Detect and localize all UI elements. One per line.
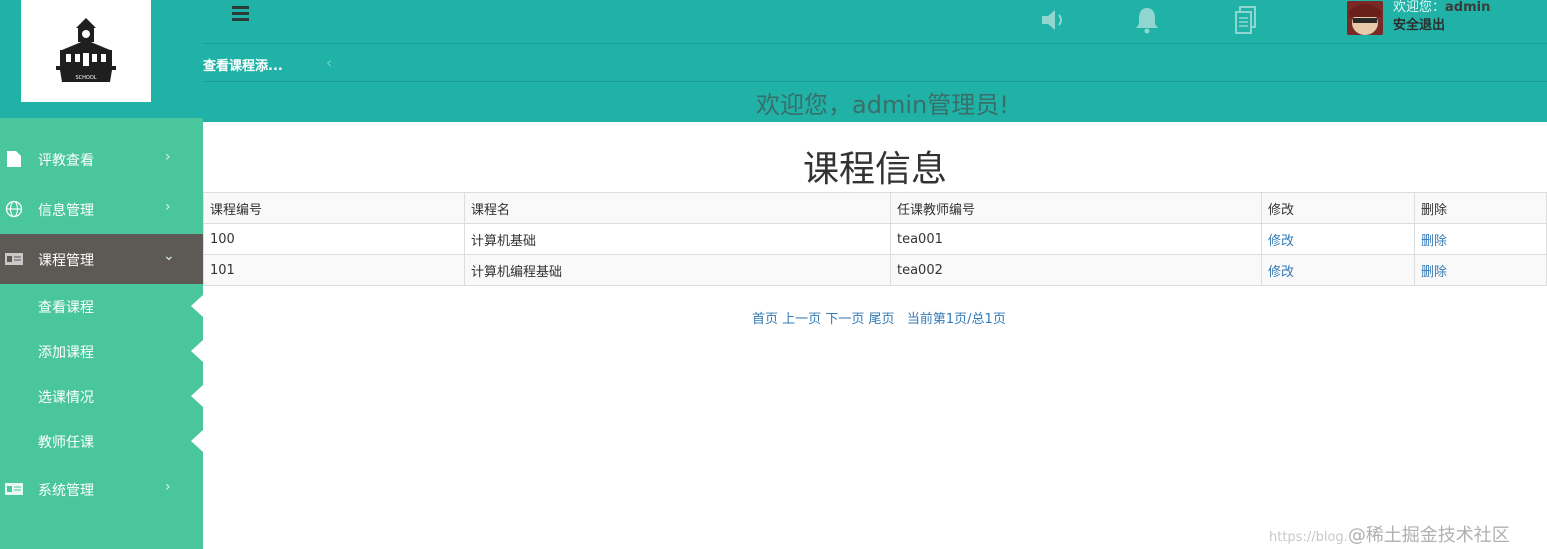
column-header: 修改: [1261, 192, 1415, 224]
table-row: 100 计算机基础 tea001 修改 删除: [203, 223, 1547, 255]
welcome-user: 欢迎您：admin: [1393, 0, 1491, 15]
first-page-link[interactable]: 首页: [752, 312, 778, 327]
teacher-id: tea002: [890, 254, 1262, 286]
id-card-icon: [5, 253, 23, 265]
page-title: 课程信息: [802, 149, 947, 190]
table-row: 101 计算机编程基础 tea002 修改 删除: [203, 254, 1547, 286]
menu-toggle-icon[interactable]: [232, 6, 252, 24]
sidebar-item-label: 添加课程: [38, 345, 94, 361]
sidebar-sub-item-selection[interactable]: 选课情况: [0, 374, 203, 419]
main-content: 课程信息 课程编号 课程名 任课教师编号 修改 删除 100 计算机基础 tea…: [203, 122, 1547, 549]
sidebar-sub-item-view-course[interactable]: 查看课程: [0, 284, 203, 329]
delete-link[interactable]: 删除: [1421, 234, 1447, 249]
active-notch: [191, 430, 203, 452]
chevron-down-icon: ⌄: [163, 248, 175, 264]
username: admin: [1445, 0, 1491, 15]
edit-cell: 修改: [1261, 223, 1415, 255]
course-id: 100: [203, 223, 465, 255]
column-header: 课程编号: [203, 192, 465, 224]
chevron-right-icon: ›: [165, 149, 171, 165]
sidebar-item-course[interactable]: 课程管理 ⌄: [0, 234, 203, 284]
documents-icon[interactable]: [1231, 5, 1261, 35]
avatar[interactable]: [1347, 1, 1383, 35]
globe-icon: [5, 200, 23, 218]
sidebar-sub-item-teacher-course[interactable]: 教师任课: [0, 419, 203, 464]
active-notch: [191, 340, 203, 362]
sidebar-item-info[interactable]: 信息管理 ›: [0, 184, 203, 234]
sidebar-sub-item-add-course[interactable]: 添加课程: [0, 329, 203, 374]
prev-page-link[interactable]: 上一页: [782, 312, 821, 327]
bell-icon[interactable]: [1132, 5, 1162, 35]
active-notch: [191, 295, 203, 317]
sidebar-item-label: 课程管理: [38, 253, 94, 269]
course-name: 计算机基础: [464, 223, 891, 255]
school-logo: SCHOOL: [21, 0, 151, 102]
logout-link[interactable]: 安全退出: [1393, 18, 1445, 34]
column-header: 删除: [1414, 192, 1547, 224]
id-card-icon: [5, 483, 23, 495]
sidebar-item-label: 查看课程: [38, 300, 94, 316]
course-name: 计算机编程基础: [464, 254, 891, 286]
tab-view-course-add[interactable]: 查看课程添...: [203, 55, 283, 74]
delete-cell: 删除: [1414, 254, 1547, 286]
speaker-icon[interactable]: [1038, 5, 1068, 35]
sidebar-item-label: 评教查看: [38, 153, 94, 169]
delete-cell: 删除: [1414, 223, 1547, 255]
watermark: https://blog.@稀土掘金技术社区: [1269, 525, 1510, 546]
sidebar-item-evaluation[interactable]: 评教查看 ›: [0, 134, 203, 184]
last-page-link[interactable]: 尾页: [868, 312, 894, 327]
chevron-right-icon: ›: [165, 479, 171, 495]
page-info: 当前第1页/总1页: [906, 312, 1006, 327]
course-table: 课程编号 课程名 任课教师编号 修改 删除 100 计算机基础 tea001 修…: [203, 192, 1547, 286]
teacher-id: tea001: [890, 223, 1262, 255]
column-header: 课程名: [464, 192, 891, 224]
course-id: 101: [203, 254, 465, 286]
logo-text: SCHOOL: [75, 75, 96, 81]
top-header: SCHOOL 欢迎您：admin 安全退出 查看课程添... ‹ 欢迎您，adm…: [0, 0, 1547, 122]
sidebar-item-label: 系统管理: [38, 483, 94, 499]
delete-link[interactable]: 删除: [1421, 265, 1447, 280]
sidebar: 评教查看 › 信息管理 › 课程管理 ⌄ 查看课程 添加课程 选课情况 教师任课…: [0, 118, 203, 549]
sidebar-item-label: 选课情况: [38, 390, 94, 406]
pagination: 首页 上一页 下一页 尾页 当前第1页/总1页: [752, 308, 1006, 327]
tab-scroll-left-icon[interactable]: ‹: [326, 53, 332, 72]
header-divider: [203, 81, 1547, 82]
chevron-right-icon: ›: [165, 199, 171, 215]
active-notch: [191, 385, 203, 407]
header-divider: [203, 43, 1547, 44]
edit-cell: 修改: [1261, 254, 1415, 286]
sidebar-item-label: 信息管理: [38, 203, 94, 219]
next-page-link[interactable]: 下一页: [825, 312, 864, 327]
sidebar-item-label: 教师任课: [38, 435, 94, 451]
file-icon: [7, 151, 21, 167]
sidebar-item-system[interactable]: 系统管理 ›: [0, 464, 203, 514]
column-header: 任课教师编号: [890, 192, 1262, 224]
welcome-banner: 欢迎您，admin管理员!: [756, 91, 1009, 119]
table-header-row: 课程编号 课程名 任课教师编号 修改 删除: [203, 192, 1547, 224]
edit-link[interactable]: 修改: [1268, 234, 1294, 249]
edit-link[interactable]: 修改: [1268, 265, 1294, 280]
